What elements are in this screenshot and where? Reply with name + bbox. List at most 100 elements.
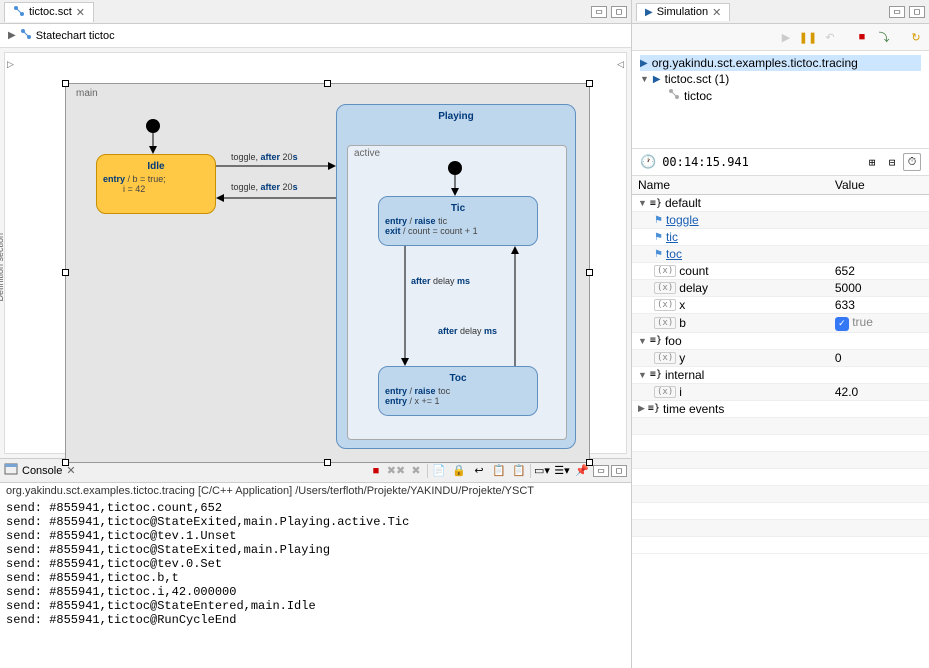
close-icon[interactable]: ✕ bbox=[76, 6, 85, 19]
checkbox-true[interactable]: ✓ bbox=[835, 317, 849, 331]
tree-leaf[interactable]: tictoc bbox=[640, 87, 921, 104]
resize-handle[interactable] bbox=[324, 459, 331, 466]
resize-handle[interactable] bbox=[586, 459, 593, 466]
step-cycle-icon[interactable]: ↻ bbox=[907, 28, 925, 46]
transition-tic-toc[interactable]: after delay ms bbox=[411, 276, 470, 286]
resume-icon[interactable]: ▶ bbox=[777, 28, 795, 46]
variable-value[interactable] bbox=[829, 332, 929, 349]
maximize-icon[interactable]: ◻ bbox=[611, 6, 627, 18]
state-toc[interactable]: Toc entry / raise toc entry / x += 1 bbox=[378, 366, 538, 416]
event-link[interactable]: toggle bbox=[666, 213, 699, 227]
chevron-down-icon[interactable]: ▼ bbox=[638, 198, 647, 208]
col-name[interactable]: Name bbox=[632, 176, 829, 195]
resize-handle[interactable] bbox=[62, 459, 69, 466]
table-row[interactable]: ▼≡}internal bbox=[632, 366, 929, 383]
table-row[interactable]: (x)count652 bbox=[632, 263, 929, 280]
table-row[interactable]: (x)delay5000 bbox=[632, 280, 929, 297]
state-idle-body: entry / b = true; i = 42 bbox=[103, 174, 209, 194]
variable-value[interactable] bbox=[829, 246, 929, 263]
table-row[interactable]: (x)x633 bbox=[632, 297, 929, 314]
diagram-canvas[interactable]: Definition section ▷ ◁ main Idle bbox=[4, 52, 627, 454]
transition-idle-playing[interactable]: toggle, after 20s bbox=[231, 152, 298, 162]
console-output[interactable]: send: #855941,tictoc.count,652 send: #85… bbox=[0, 499, 631, 668]
maximize-icon[interactable]: ◻ bbox=[611, 465, 627, 477]
editor-tab[interactable]: tictoc.sct ✕ bbox=[4, 2, 94, 22]
terminate-icon[interactable]: ■ bbox=[853, 28, 871, 46]
step-back-icon[interactable]: ↶ bbox=[821, 28, 839, 46]
event-link[interactable]: tic bbox=[666, 230, 678, 244]
chevron-down-icon[interactable]: ▼ bbox=[640, 74, 649, 84]
console-tab-label[interactable]: Console bbox=[22, 465, 62, 477]
variable-value[interactable] bbox=[829, 195, 929, 212]
tree-root[interactable]: ▶ org.yakindu.sct.examples.tictoc.tracin… bbox=[640, 55, 921, 71]
variable-value[interactable]: 633 bbox=[829, 297, 929, 314]
pause-icon[interactable]: ❚❚ bbox=[799, 28, 817, 46]
region-main-label: main bbox=[76, 88, 98, 99]
event-link[interactable]: toc bbox=[666, 247, 682, 261]
display-selected-icon[interactable]: ☰▾ bbox=[553, 462, 571, 480]
remove-all-icon[interactable]: ✖✖ bbox=[387, 462, 405, 480]
scope-name: time events bbox=[663, 402, 724, 416]
variable-value[interactable]: 5000 bbox=[829, 280, 929, 297]
chevron-expand-right-icon[interactable]: ◁ bbox=[617, 59, 624, 70]
initial-state-active[interactable] bbox=[448, 161, 462, 175]
word-wrap-icon[interactable]: ↩ bbox=[470, 462, 488, 480]
chevron-down-icon[interactable]: ▼ bbox=[638, 370, 647, 380]
state-tic[interactable]: Tic entry / raise tic exit / count = cou… bbox=[378, 196, 538, 246]
table-row[interactable]: ▼≡}foo bbox=[632, 332, 929, 349]
chevron-right-icon[interactable]: ▶ bbox=[638, 403, 645, 414]
table-row[interactable]: ▶≡}time events bbox=[632, 400, 929, 417]
table-row[interactable]: ⚑toggle bbox=[632, 212, 929, 229]
maximize-icon[interactable]: ◻ bbox=[909, 6, 925, 18]
table-row[interactable]: ▼≡}default bbox=[632, 195, 929, 212]
resize-handle[interactable] bbox=[62, 80, 69, 87]
resize-handle[interactable] bbox=[324, 80, 331, 87]
region-main[interactable]: main Idle entry / b = true; bbox=[65, 83, 590, 463]
expand-all-icon[interactable]: ⊞ bbox=[863, 153, 881, 171]
variable-value[interactable]: 652 bbox=[829, 263, 929, 280]
resize-handle[interactable] bbox=[586, 80, 593, 87]
step-over-icon[interactable]: ⤵ bbox=[875, 28, 893, 46]
remove-icon[interactable]: ✖ bbox=[407, 462, 425, 480]
chevron-expand-left-icon[interactable]: ▷ bbox=[7, 59, 14, 70]
stop-icon[interactable]: ■ bbox=[367, 462, 385, 480]
region-active[interactable]: active Tic entry / raise tic exit / coun… bbox=[347, 145, 567, 440]
scroll-lock-icon[interactable]: 🔒 bbox=[450, 462, 468, 480]
show-console-on-output-icon[interactable]: 📋 bbox=[490, 462, 508, 480]
minimize-icon[interactable]: ▭ bbox=[593, 465, 609, 477]
transition-playing-idle[interactable]: toggle, after 20s bbox=[231, 182, 298, 192]
chevron-right-icon[interactable]: ▶ bbox=[8, 30, 16, 41]
minimize-icon[interactable]: ▭ bbox=[591, 6, 607, 18]
definition-section-tab[interactable]: Definition section bbox=[0, 233, 5, 302]
simulation-tree[interactable]: ▶ org.yakindu.sct.examples.tictoc.tracin… bbox=[632, 51, 929, 108]
table-row[interactable]: (x)i42.0 bbox=[632, 383, 929, 400]
variable-value[interactable] bbox=[829, 366, 929, 383]
tree-child[interactable]: ▼ ▶ tictoc.sct (1) bbox=[640, 71, 921, 87]
state-toc-title: Toc bbox=[385, 373, 531, 384]
variable-value[interactable] bbox=[829, 400, 929, 417]
variable-value[interactable] bbox=[829, 212, 929, 229]
open-console-icon[interactable]: ▭▾ bbox=[533, 462, 551, 480]
clear-console-icon[interactable]: 📄 bbox=[430, 462, 448, 480]
table-row[interactable]: (x)b✓ true bbox=[632, 314, 929, 333]
state-playing[interactable]: Playing active Tic entry / raise tic exi… bbox=[336, 104, 576, 449]
resize-handle[interactable] bbox=[62, 269, 69, 276]
resize-handle[interactable] bbox=[586, 269, 593, 276]
state-idle[interactable]: Idle entry / b = true; i = 42 bbox=[96, 154, 216, 214]
table-row[interactable]: ⚑toc bbox=[632, 246, 929, 263]
show-console-on-error-icon[interactable]: 📋 bbox=[510, 462, 528, 480]
table-row[interactable]: ⚑tic bbox=[632, 229, 929, 246]
simulation-tab[interactable]: ▶ Simulation ✕ bbox=[636, 3, 730, 21]
close-icon[interactable]: ✕ bbox=[712, 6, 721, 19]
variable-value[interactable]: 0 bbox=[829, 349, 929, 366]
chevron-down-icon[interactable]: ▼ bbox=[638, 336, 647, 346]
minimize-icon[interactable]: ▭ bbox=[889, 6, 905, 18]
table-row[interactable]: (x)y0 bbox=[632, 349, 929, 366]
col-value[interactable]: Value bbox=[829, 176, 929, 195]
variable-value[interactable]: 42.0 bbox=[829, 383, 929, 400]
time-events-toggle-icon[interactable]: ⏱ bbox=[903, 153, 921, 171]
collapse-all-icon[interactable]: ⊟ bbox=[883, 153, 901, 171]
variable-value[interactable] bbox=[829, 229, 929, 246]
transition-toc-tic[interactable]: after delay ms bbox=[438, 326, 497, 336]
initial-state-main[interactable] bbox=[146, 119, 160, 133]
